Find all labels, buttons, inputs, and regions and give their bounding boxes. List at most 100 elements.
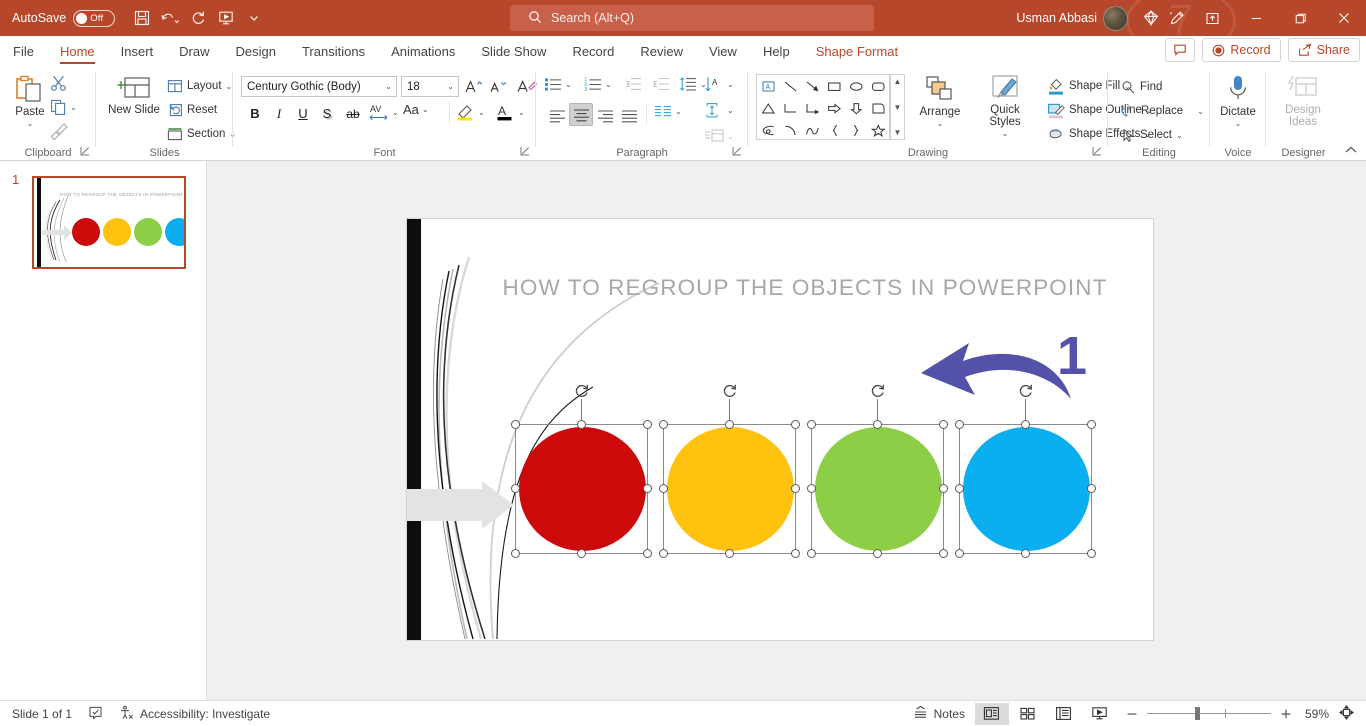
font-dialog-launcher[interactable] <box>519 145 532 158</box>
handle-se-green[interactable] <box>939 549 948 558</box>
gallery-more-icon[interactable]: ▼ <box>894 128 902 137</box>
font-color-button[interactable]: A ⌄ <box>495 102 525 122</box>
scribble-icon[interactable] <box>757 119 779 141</box>
handle-nw-red[interactable] <box>511 420 520 429</box>
line-arrow-icon[interactable] <box>801 75 823 97</box>
underline-button[interactable]: U <box>291 102 315 125</box>
chevron-down-icon[interactable]: ⌄ <box>605 80 612 89</box>
format-painter-button[interactable] <box>49 122 69 140</box>
chevron-down-icon[interactable]: ⌄ <box>727 106 734 115</box>
restore-up-icon[interactable] <box>1190 0 1234 36</box>
paragraph-dialog-launcher[interactable] <box>731 145 744 158</box>
chevron-down-icon[interactable]: ⌄ <box>937 118 944 130</box>
chevron-down-icon[interactable]: ⌄ <box>1176 131 1183 140</box>
chevron-down-icon[interactable]: ⌄ <box>27 118 34 130</box>
select-button[interactable]: Select ⌄ <box>1118 124 1186 146</box>
text-shadow-button[interactable]: S <box>315 102 339 125</box>
align-left-button[interactable] <box>545 104 569 127</box>
handle-n-red[interactable] <box>577 420 586 429</box>
handle-s-yellow[interactable] <box>725 549 734 558</box>
line-spacing-button[interactable]: ⌄ <box>679 76 707 92</box>
fit-slide-to-window-button[interactable] <box>1335 701 1362 726</box>
textbox-icon[interactable]: A <box>757 75 779 97</box>
chevron-down-icon[interactable]: ⌄ <box>478 108 485 117</box>
zoom-slider[interactable] <box>1146 703 1271 725</box>
find-button[interactable]: Find <box>1118 76 1165 98</box>
spell-check-button[interactable] <box>80 701 111 726</box>
rotate-handle-red[interactable] <box>574 383 590 399</box>
shapes-gallery-scroll[interactable]: ▲ ▼ ▼ <box>890 74 905 140</box>
avatar[interactable] <box>1103 5 1128 31</box>
text-direction-button[interactable]: A ⌄ <box>704 76 734 93</box>
chevron-down-icon[interactable]: ⌄ <box>727 80 734 89</box>
oval-icon[interactable] <box>845 75 867 97</box>
character-spacing-button[interactable]: AV ⌄ <box>368 102 399 122</box>
handle-ne-blue[interactable] <box>1087 420 1096 429</box>
handle-sw-yellow[interactable] <box>659 549 668 558</box>
yellow-circle[interactable] <box>667 427 794 551</box>
justify-button[interactable] <box>617 104 641 127</box>
handle-e-red[interactable] <box>643 484 652 493</box>
numbering-button[interactable]: 1 2 3 ⌄ <box>584 76 612 92</box>
flowchart-shape-icon[interactable] <box>867 97 889 119</box>
green-circle[interactable] <box>815 427 942 551</box>
undo-icon[interactable] <box>157 5 183 31</box>
autosave-switch[interactable]: Off <box>73 9 116 27</box>
tab-home[interactable]: Home <box>47 36 108 66</box>
handle-w-yellow[interactable] <box>659 484 668 493</box>
tab-transitions[interactable]: Transitions <box>289 36 378 66</box>
increase-font-size-button[interactable] <box>463 75 485 98</box>
handle-e-blue[interactable] <box>1087 484 1096 493</box>
minimize-button[interactable] <box>1234 0 1278 36</box>
align-text-button[interactable]: ⌄ <box>704 102 734 119</box>
zoom-level[interactable]: 59% <box>1301 701 1333 726</box>
chevron-down-icon[interactable]: ⌄ <box>447 82 454 91</box>
star-icon[interactable] <box>867 119 889 141</box>
handle-n-yellow[interactable] <box>725 420 734 429</box>
handle-se-red[interactable] <box>643 549 652 558</box>
slide-editor-area[interactable]: HOW TO REGROUP THE OBJECTS IN POWERPOINT… <box>207 161 1366 700</box>
handle-ne-green[interactable] <box>939 420 948 429</box>
align-center-button[interactable] <box>569 103 593 126</box>
new-slide-button[interactable]: New Slide <box>108 74 160 116</box>
tab-design[interactable]: Design <box>223 36 289 66</box>
chevron-down-icon[interactable]: ⌄ <box>1235 118 1242 130</box>
line-icon[interactable] <box>779 75 801 97</box>
maximize-button[interactable] <box>1278 0 1322 36</box>
convert-to-smartart-button[interactable]: ⌄ <box>704 128 734 144</box>
tab-shape-format[interactable]: Shape Format <box>803 36 911 66</box>
slide-canvas[interactable]: HOW TO REGROUP THE OBJECTS IN POWERPOINT… <box>407 219 1153 640</box>
triangle-icon[interactable] <box>757 97 779 119</box>
rotate-handle-blue[interactable] <box>1018 383 1034 399</box>
elbow-arrow-connector-icon[interactable] <box>801 97 823 119</box>
text-highlight-button[interactable]: ⌄ <box>455 102 485 122</box>
tab-review[interactable]: Review <box>627 36 696 66</box>
chevron-down-icon[interactable]: ⌄ <box>422 105 429 114</box>
bold-button[interactable]: B <box>243 102 267 125</box>
handle-s-red[interactable] <box>577 549 586 558</box>
start-slideshow-icon[interactable] <box>213 5 239 31</box>
elbow-connector-icon[interactable] <box>779 97 801 119</box>
section-button[interactable]: Section ⌄ <box>164 123 239 145</box>
cut-button[interactable] <box>50 74 68 92</box>
rotate-handle-green[interactable] <box>870 383 886 399</box>
tab-draw[interactable]: Draw <box>166 36 222 66</box>
font-name-combo[interactable]: Century Gothic (Body) ⌄ <box>241 76 397 97</box>
arrange-button[interactable]: Arrange ⌄ <box>912 74 968 130</box>
strikethrough-button[interactable]: ab <box>340 102 366 125</box>
autosave-toggle[interactable]: AutoSave Off <box>12 9 116 27</box>
tab-slide-show[interactable]: Slide Show <box>468 36 559 66</box>
tab-help[interactable]: Help <box>750 36 803 66</box>
down-arrow-icon[interactable] <box>845 97 867 119</box>
zoom-slider-handle[interactable] <box>1194 707 1200 720</box>
reset-button[interactable]: Reset <box>164 99 220 121</box>
rounded-rectangle-icon[interactable] <box>867 75 889 97</box>
pen-annotate-icon[interactable] <box>1164 5 1190 31</box>
right-brace-icon[interactable] <box>845 119 867 141</box>
italic-button[interactable]: I <box>267 102 291 125</box>
search-box[interactable]: Search (Alt+Q) <box>510 5 874 31</box>
tab-insert[interactable]: Insert <box>108 36 167 66</box>
close-button[interactable] <box>1322 0 1366 36</box>
handle-s-green[interactable] <box>873 549 882 558</box>
arc-icon[interactable] <box>779 119 801 141</box>
